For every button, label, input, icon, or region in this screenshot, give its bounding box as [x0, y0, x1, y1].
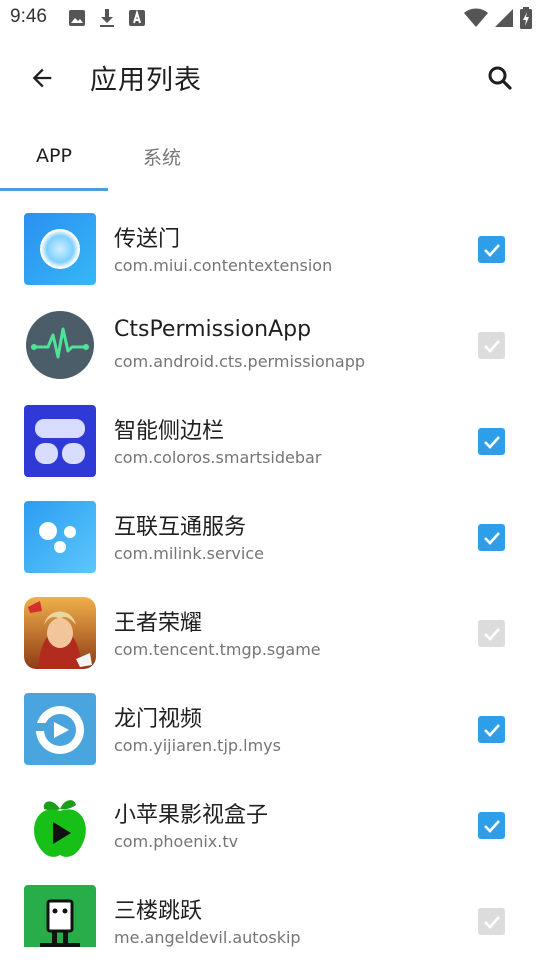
pulse-icon [24, 309, 96, 381]
app-checkbox[interactable] [478, 620, 505, 647]
app-name: 小苹果影视盒子 [114, 803, 269, 828]
status-system-icons [464, 7, 532, 29]
app-name: 互联互通服务 [114, 515, 247, 540]
game-hero-icon [24, 597, 96, 669]
search-icon [488, 66, 512, 90]
list-item[interactable]: 三楼跳跃 me.angeldevil.autoskip [0, 873, 540, 947]
image-icon [69, 10, 85, 26]
status-time: 9:46 [10, 6, 47, 27]
app-list[interactable]: 传送门 com.miui.contentextension CtsPermiss… [0, 201, 540, 947]
app-checkbox[interactable] [478, 332, 505, 359]
list-item[interactable]: 王者荣耀 com.tencent.tmgp.sgame [0, 585, 540, 681]
list-item[interactable]: 传送门 com.miui.contentextension [0, 201, 540, 297]
app-package: me.angeldevil.autoskip [114, 928, 301, 947]
signal-icon [495, 9, 513, 27]
tab-system[interactable]: 系统 [108, 122, 216, 190]
battery-icon [520, 7, 532, 29]
app-checkbox[interactable] [478, 908, 505, 935]
tab-app[interactable]: APP [0, 122, 108, 190]
list-item[interactable]: 小苹果影视盒子 com.phoenix.tv [0, 777, 540, 873]
download-icon [100, 9, 114, 27]
robot-icon [24, 885, 96, 947]
tab-bar: APP 系统 [0, 122, 540, 192]
app-checkbox[interactable] [478, 812, 505, 839]
status-notification-icons [68, 8, 146, 28]
check-icon [483, 435, 500, 449]
app-package: com.yijiaren.tjp.lmys [114, 736, 281, 755]
app-name: 龙门视频 [114, 707, 203, 732]
app-package: com.milink.service [114, 544, 264, 563]
check-icon [483, 531, 500, 545]
app-name: CtsPermissionApp [114, 317, 312, 342]
transport-door-icon [24, 213, 96, 285]
list-item[interactable]: 互联互通服务 com.milink.service [0, 489, 540, 585]
app-package: com.coloros.smartsidebar [114, 448, 322, 467]
check-icon [483, 915, 500, 929]
check-icon [483, 819, 500, 833]
app-checkbox[interactable] [478, 716, 505, 743]
check-icon [483, 243, 500, 257]
app-name: 智能侧边栏 [114, 419, 225, 444]
a-badge-icon [129, 9, 145, 26]
app-package: com.phoenix.tv [114, 832, 239, 851]
app-bar: 应用列表 [0, 36, 540, 122]
status-bar: 9:46 [0, 0, 540, 36]
app-checkbox[interactable] [478, 524, 505, 551]
search-button[interactable] [480, 58, 520, 98]
check-icon [483, 627, 500, 641]
app-name: 三楼跳跃 [114, 899, 203, 924]
app-checkbox[interactable] [478, 428, 505, 455]
list-item[interactable]: CtsPermissionApp com.android.cts.permiss… [0, 297, 540, 393]
app-name: 王者荣耀 [114, 611, 203, 636]
app-package: com.miui.contentextension [114, 256, 333, 275]
list-item[interactable]: 智能侧边栏 com.coloros.smartsidebar [0, 393, 540, 489]
wifi-icon [464, 8, 488, 27]
page-title: 应用列表 [90, 65, 202, 96]
video-play-icon [24, 693, 96, 765]
dots-icon [24, 501, 96, 573]
tab-indicator [0, 188, 108, 191]
app-package: com.tencent.tmgp.sgame [114, 640, 321, 659]
arrow-back-icon [32, 68, 52, 88]
back-button[interactable] [22, 58, 62, 98]
app-name: 传送门 [114, 227, 181, 252]
check-icon [483, 339, 500, 353]
app-package: com.android.cts.permissionapp [114, 352, 366, 371]
app-checkbox[interactable] [478, 236, 505, 263]
sidebar-icon [24, 405, 96, 477]
check-icon [483, 723, 500, 737]
green-apple-icon [24, 789, 96, 861]
list-item[interactable]: 龙门视频 com.yijiaren.tjp.lmys [0, 681, 540, 777]
